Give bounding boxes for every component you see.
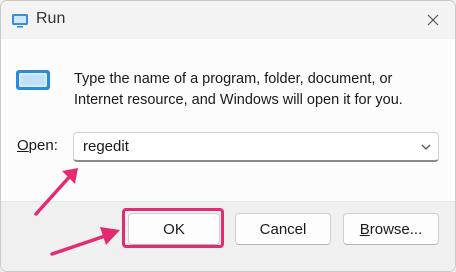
chevron-down-icon[interactable]	[420, 141, 432, 153]
open-input[interactable]: regedit	[83, 138, 129, 155]
ok-highlight-box	[122, 208, 224, 248]
cancel-button[interactable]: Cancel	[235, 213, 331, 245]
browse-access-key: B	[359, 220, 370, 238]
close-icon	[427, 14, 439, 26]
open-label: Open:	[17, 137, 58, 154]
open-combobox[interactable]: regedit	[73, 132, 439, 162]
run-program-icon	[16, 70, 50, 90]
annotation-arrow-icon	[34, 168, 78, 216]
browse-button[interactable]: Browse...	[343, 213, 439, 245]
open-label-text: pen:	[28, 137, 58, 154]
dialog-description: Type the name of a program, folder, docu…	[74, 71, 403, 108]
run-app-icon	[12, 14, 28, 28]
window-title: Run	[36, 10, 66, 27]
open-label-access-key: O	[17, 137, 29, 154]
close-button[interactable]	[411, 1, 455, 39]
browse-label: rowse...	[369, 220, 423, 238]
title-bar[interactable]: Run	[1, 1, 455, 39]
annotation-arrow-icon	[50, 227, 120, 256]
